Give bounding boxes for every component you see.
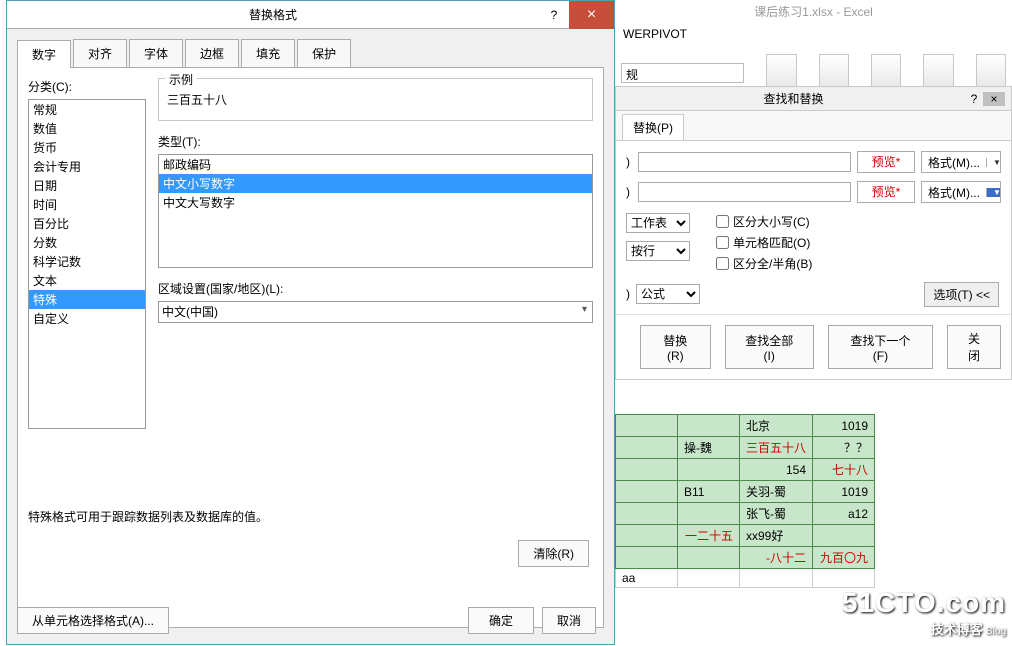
format-tabs: 数字 对齐 字体 边框 填充 保护 [17,39,604,68]
search-select[interactable]: 按行 [626,241,690,261]
replace-input[interactable] [638,182,851,202]
worksheet[interactable]: 北京1019 操-魏三百五十八？？ 154七十八 B11关羽-蜀1019 张飞-… [615,414,875,588]
format-note: 特殊格式可用于跟踪数据列表及数据库的值。 [28,508,268,525]
cat-currency[interactable]: 货币 [29,138,145,157]
close-icon[interactable]: × [569,1,614,29]
sample-label: 示例 [165,71,197,88]
cat-general[interactable]: 常规 [29,100,145,119]
chk-whole-cell[interactable]: 单元格匹配(O) [716,234,812,251]
find-all-button[interactable]: 查找全部(I) [725,325,814,369]
cat-custom[interactable]: 自定义 [29,309,145,328]
find-preview[interactable]: 预览* [857,151,915,173]
tab-number[interactable]: 数字 [17,40,71,68]
type-chinese-lower[interactable]: 中文小写数字 [159,174,592,193]
replace-label: ) [626,185,632,199]
locale-label: 区域设置(国家/地区)(L): [158,280,593,297]
cancel-button[interactable]: 取消 [542,607,596,634]
fr-title: 查找和替换 [622,90,965,107]
fr-help-icon[interactable]: ? [965,92,983,106]
type-list[interactable]: 邮政编码 中文小写数字 中文大写数字 [158,154,593,268]
fr-close-icon[interactable]: × [983,92,1005,106]
cat-percentage[interactable]: 百分比 [29,214,145,233]
watermark: 51CTO.com 技术博客 Blog [842,587,1006,638]
find-format-button[interactable]: 格式(M)...▼ [921,151,1001,173]
replace-preview[interactable]: 预览* [857,181,915,203]
cat-scientific[interactable]: 科学记数 [29,252,145,271]
sample-box: 示例 三百五十八 [158,78,593,121]
options-button[interactable]: 选项(T) << [924,282,999,307]
cat-number[interactable]: 数值 [29,119,145,138]
from-cell-button[interactable]: 从单元格选择格式(A)... [17,607,169,634]
find-label: ) [626,155,632,169]
excel-title: 课后练习1.xlsx - Excel [615,0,1012,23]
chk-width[interactable]: 区分全/半角(B) [716,255,812,272]
sample-value: 三百五十八 [167,93,227,107]
cat-fraction[interactable]: 分数 [29,233,145,252]
lookin-select[interactable]: 公式 [636,284,700,304]
help-icon[interactable]: ? [539,8,569,22]
find-replace-panel: 查找和替换 ? × 替换(P) ) 预览* 格式(M)...▼ ) 预览* 格式… [615,86,1012,380]
style-combo[interactable]: 规 [621,63,744,83]
type-label: 类型(T): [158,133,593,150]
tab-fill[interactable]: 填充 [241,39,295,67]
format-dialog: 替换格式 ? × 数字 对齐 字体 边框 填充 保护 分类(C): 常规 数值 … [6,0,615,645]
dialog-title: 替换格式 [7,6,539,23]
replace-button[interactable]: 替换(R) [640,325,711,369]
lookin-label: ) [626,287,630,301]
tab-alignment[interactable]: 对齐 [73,39,127,67]
locale-select[interactable]: 中文(中国) [158,301,593,323]
tab-protection[interactable]: 保护 [297,39,351,67]
type-zip[interactable]: 邮政编码 [159,155,592,174]
ok-button[interactable]: 确定 [468,607,534,634]
tab-font[interactable]: 字体 [129,39,183,67]
within-select[interactable]: 工作表 [626,213,690,233]
category-list[interactable]: 常规 数值 货币 会计专用 日期 时间 百分比 分数 科学记数 文本 特殊 自定… [28,99,146,429]
find-input[interactable] [638,152,851,172]
cat-time[interactable]: 时间 [29,195,145,214]
close-button[interactable]: 关闭 [947,325,1001,369]
tab-replace[interactable]: 替换(P) [622,114,684,140]
cat-text[interactable]: 文本 [29,271,145,290]
chk-case[interactable]: 区分大小写(C) [716,213,812,230]
cat-accounting[interactable]: 会计专用 [29,157,145,176]
tab-border[interactable]: 边框 [185,39,239,67]
type-chinese-upper[interactable]: 中文大写数字 [159,193,592,212]
find-next-button[interactable]: 查找下一个(F) [828,325,933,369]
clear-button[interactable]: 清除(R) [518,540,589,567]
cat-special[interactable]: 特殊 [29,290,145,309]
cat-date[interactable]: 日期 [29,176,145,195]
category-label: 分类(C): [28,78,146,95]
ribbon-tab[interactable]: WERPIVOT [615,23,1012,45]
replace-format-button[interactable]: 格式(M)...▼ [921,181,1001,203]
